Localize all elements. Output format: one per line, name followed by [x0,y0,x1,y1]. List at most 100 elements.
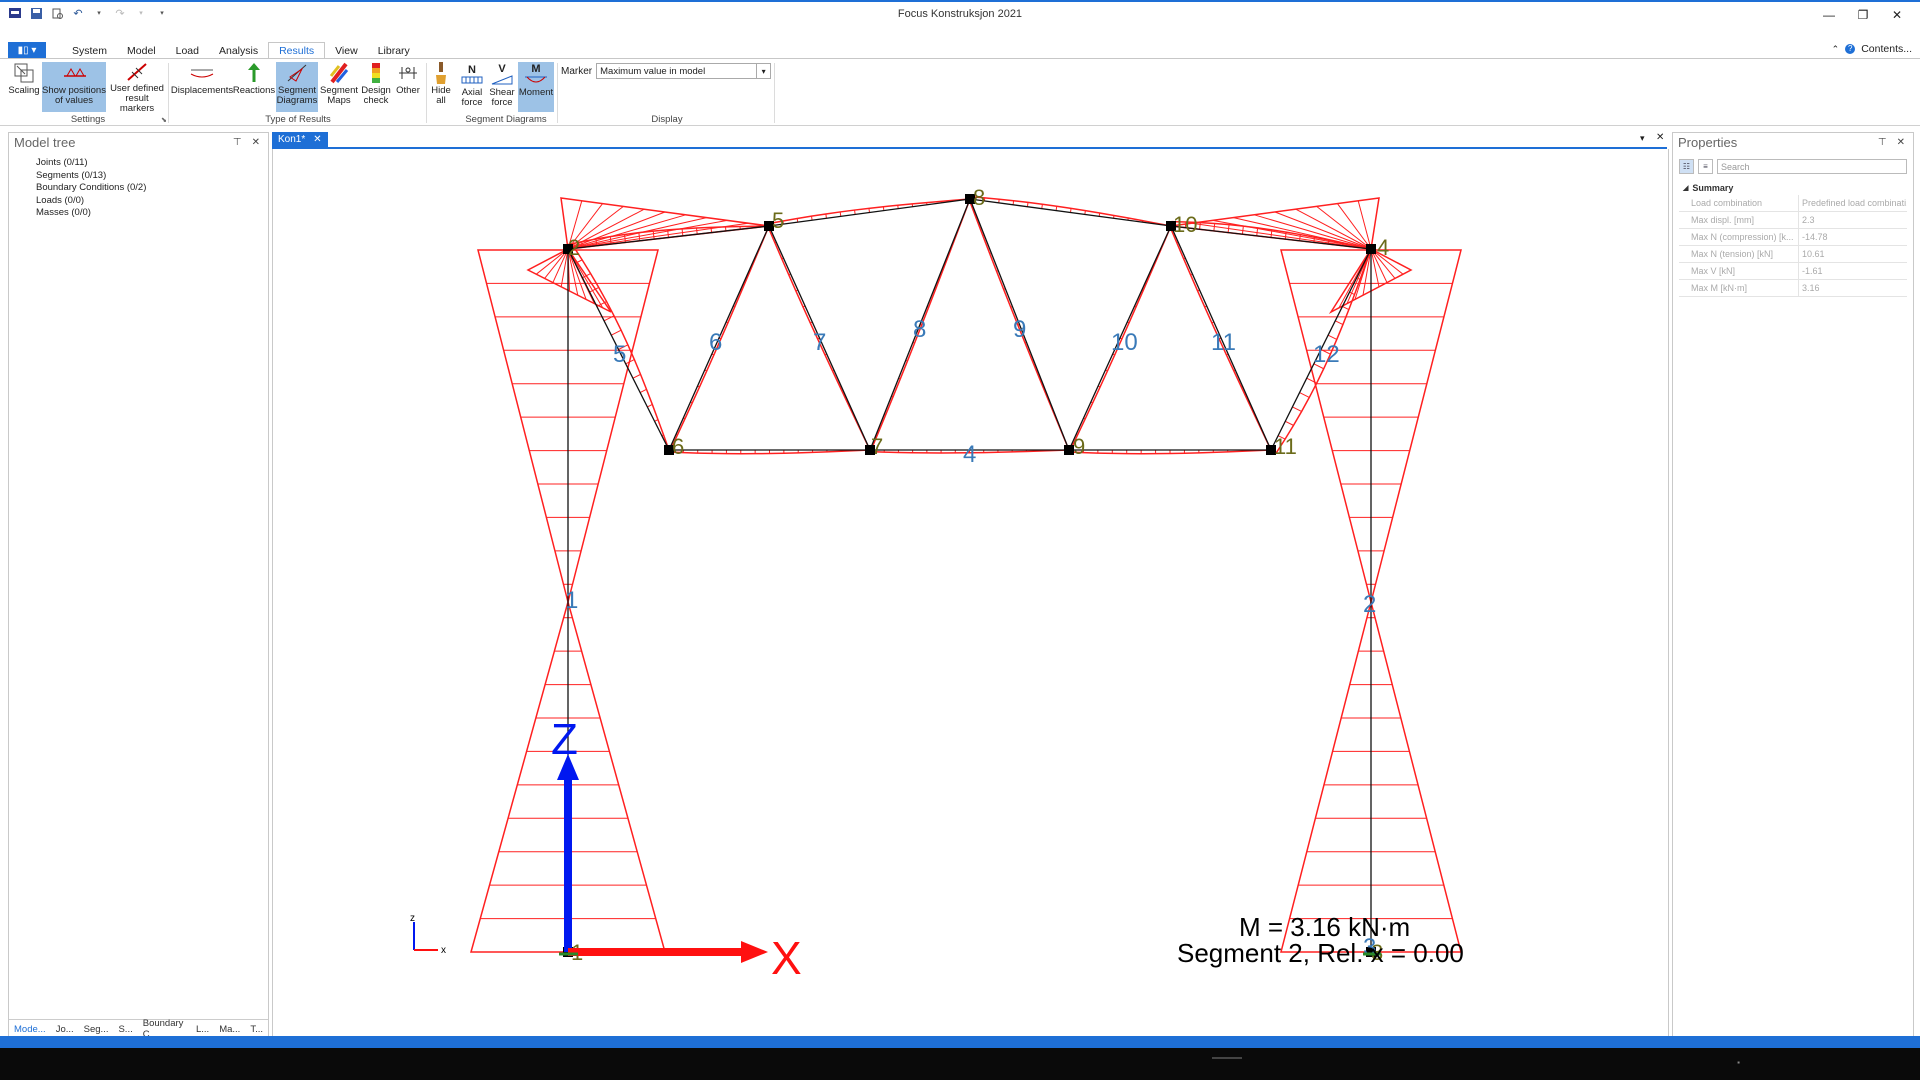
pin-icon[interactable]: ⊤ [1878,137,1887,148]
status-bar [0,1036,1920,1048]
property-row[interactable]: Max N (compression) [k... -14.78 [1679,229,1907,246]
restore-button[interactable]: ❐ [1846,4,1880,26]
chevron-down-icon[interactable]: ▾ [756,64,770,78]
tree-item-boundary-conditions[interactable]: Boundary Conditions (0/2) [36,182,146,195]
categorized-view-icon[interactable]: ☷ [1679,159,1694,174]
group-divider [168,63,169,123]
segment-diagrams-button[interactable]: Segment Diagrams [276,62,318,112]
window-title: Focus Konstruksjon 2021 [897,8,1023,20]
property-key: Load combination [1679,195,1799,211]
property-row[interactable]: Load combination Predefined load combinat… [1679,195,1907,212]
hide-all-button[interactable]: Hide all [430,62,452,112]
displacements-button[interactable]: Displacements [170,62,234,112]
moment-hatch-line [696,227,698,235]
application-window: ↶ ▾ ↷ ▾ ▾ Focus Konstruksjon 2021 — ❐ ✕ … [0,0,1920,1048]
bottom-tab-s[interactable]: S... [113,1024,137,1035]
x-axis-arrowhead [741,941,768,963]
moment-label: Moment [518,87,554,98]
bottom-tab-loads[interactable]: L... [191,1024,214,1035]
tab-system[interactable]: System [62,44,117,59]
shear-letter: V [498,62,506,75]
segment-label: 11 [1211,329,1236,356]
taskbar: ▪ [0,1048,1920,1080]
minimize-button[interactable]: — [1812,4,1846,26]
tree-item-loads[interactable]: Loads (0/0) [36,195,146,208]
alphabetical-view-icon[interactable]: ≡ [1698,159,1713,174]
scaling-icon [12,62,36,84]
shear-force-button[interactable]: V Shear force [488,62,516,112]
fan-outline [1170,197,1380,250]
property-row[interactable]: Max M [kN·m] 3.16 [1679,280,1907,297]
title-bar: ↶ ▾ ↷ ▾ ▾ Focus Konstruksjon 2021 — ❐ ✕ [0,2,1920,26]
close-icon[interactable]: ✕ [252,137,260,148]
reactions-icon [242,62,266,84]
group-settings-label: Settings [70,114,106,125]
tab-load[interactable]: Load [166,44,209,59]
tray-icon[interactable]: ▪ [1737,1058,1740,1067]
moment-letter: M [531,62,541,75]
user-defined-markers-button[interactable]: User defined result markers [108,62,166,114]
tab-view[interactable]: View [325,44,368,59]
joint-markers [563,194,1376,957]
axial-force-button[interactable]: N Axial force [458,62,486,112]
category-summary[interactable]: ◢ Summary [1679,181,1907,195]
property-key: Max N (compression) [k... [1679,229,1799,245]
help-contents[interactable]: ⌃ ? Contents... [1832,43,1912,55]
scaling-button[interactable]: Scaling [8,62,40,112]
tab-library[interactable]: Library [368,44,420,59]
document-tab-menu-icon[interactable]: ▾ [1640,133,1645,144]
close-tab-icon[interactable]: ✕ [313,134,321,145]
fan-hatch-line [1212,219,1372,250]
bottom-tab-masses[interactable]: Ma... [214,1024,245,1035]
moment-hatch-line [1199,222,1201,230]
collapse-icon[interactable]: ◢ [1683,184,1688,192]
bottom-tab-model[interactable]: Mode... [9,1024,51,1035]
tree-item-segments[interactable]: Segments (0/13) [36,170,146,183]
segment-label: 4 [963,441,976,468]
property-row[interactable]: Max displ. [mm] 2.3 [1679,212,1907,229]
close-button[interactable]: ✕ [1880,4,1914,26]
tree-item-masses[interactable]: Masses (0/0) [36,207,146,220]
property-key: Max M [kN·m] [1679,280,1799,296]
property-value: 3.16 [1802,283,1820,293]
reactions-button[interactable]: Reactions [233,62,275,112]
other-button[interactable]: Other [394,62,422,112]
moment-hatch-line [1026,202,1029,207]
property-row[interactable]: Max V [kN] -1.61 [1679,263,1907,280]
joint-label: 2 [568,235,580,260]
tab-results[interactable]: Results [268,42,326,59]
collapse-ribbon-icon[interactable]: ⌃ [1832,44,1840,55]
show-positions-button[interactable]: Show positions of values [42,62,106,112]
pin-icon[interactable]: ⊤ [233,137,242,148]
moment-hatch-line [1256,227,1259,236]
bottom-tab-segments[interactable]: Seg... [79,1024,114,1035]
displacements-label: Displacements [170,85,234,96]
design-check-button[interactable]: Design check [360,62,392,112]
properties-search-input[interactable]: Search [1717,159,1907,174]
help-icon[interactable]: ? [1845,44,1856,54]
document-tab[interactable]: Kon1* ✕ [272,132,328,147]
segment-maps-label-2: Maps [327,95,351,106]
moment-button[interactable]: M Moment [518,62,554,112]
bottom-tab-joints[interactable]: Jo... [51,1024,79,1035]
group-type-of-results-label: Type of Results [265,114,331,125]
axial-letter: N [468,63,476,76]
document-close-icon[interactable]: ✕ [1656,132,1664,143]
property-row[interactable]: Max N (tension) [kN] 10.61 [1679,246,1907,263]
tree-item-joints[interactable]: Joints (0/11) [36,157,146,170]
tab-analysis[interactable]: Analysis [209,44,268,59]
joint-marker [1366,244,1376,254]
bottom-tab-t[interactable]: T... [245,1024,268,1035]
settings-dialog-launcher-icon[interactable]: ⬊ [161,116,167,124]
corner-fan-top-right [1170,197,1380,250]
close-icon[interactable]: ✕ [1897,137,1905,148]
model-tree-panel: Model tree ⊤ ✕ Joints (0/11) Segments (0/… [8,132,269,1040]
model-viewport[interactable]: 1234567891011123456789101112 Z X z x [272,149,1669,1038]
structure-canvas[interactable]: 1234567891011123456789101112 Z X z x [273,149,1668,1037]
marker-select[interactable]: Maximum value in model ▾ [596,63,772,79]
segment-maps-button[interactable]: Segment Maps [320,62,358,112]
tab-model[interactable]: Model [117,44,166,59]
hide-all-label-2: all [436,95,446,106]
file-menu-button[interactable]: ▮▯ ▾ [8,42,46,58]
model-tree-title: Model tree [14,134,76,150]
